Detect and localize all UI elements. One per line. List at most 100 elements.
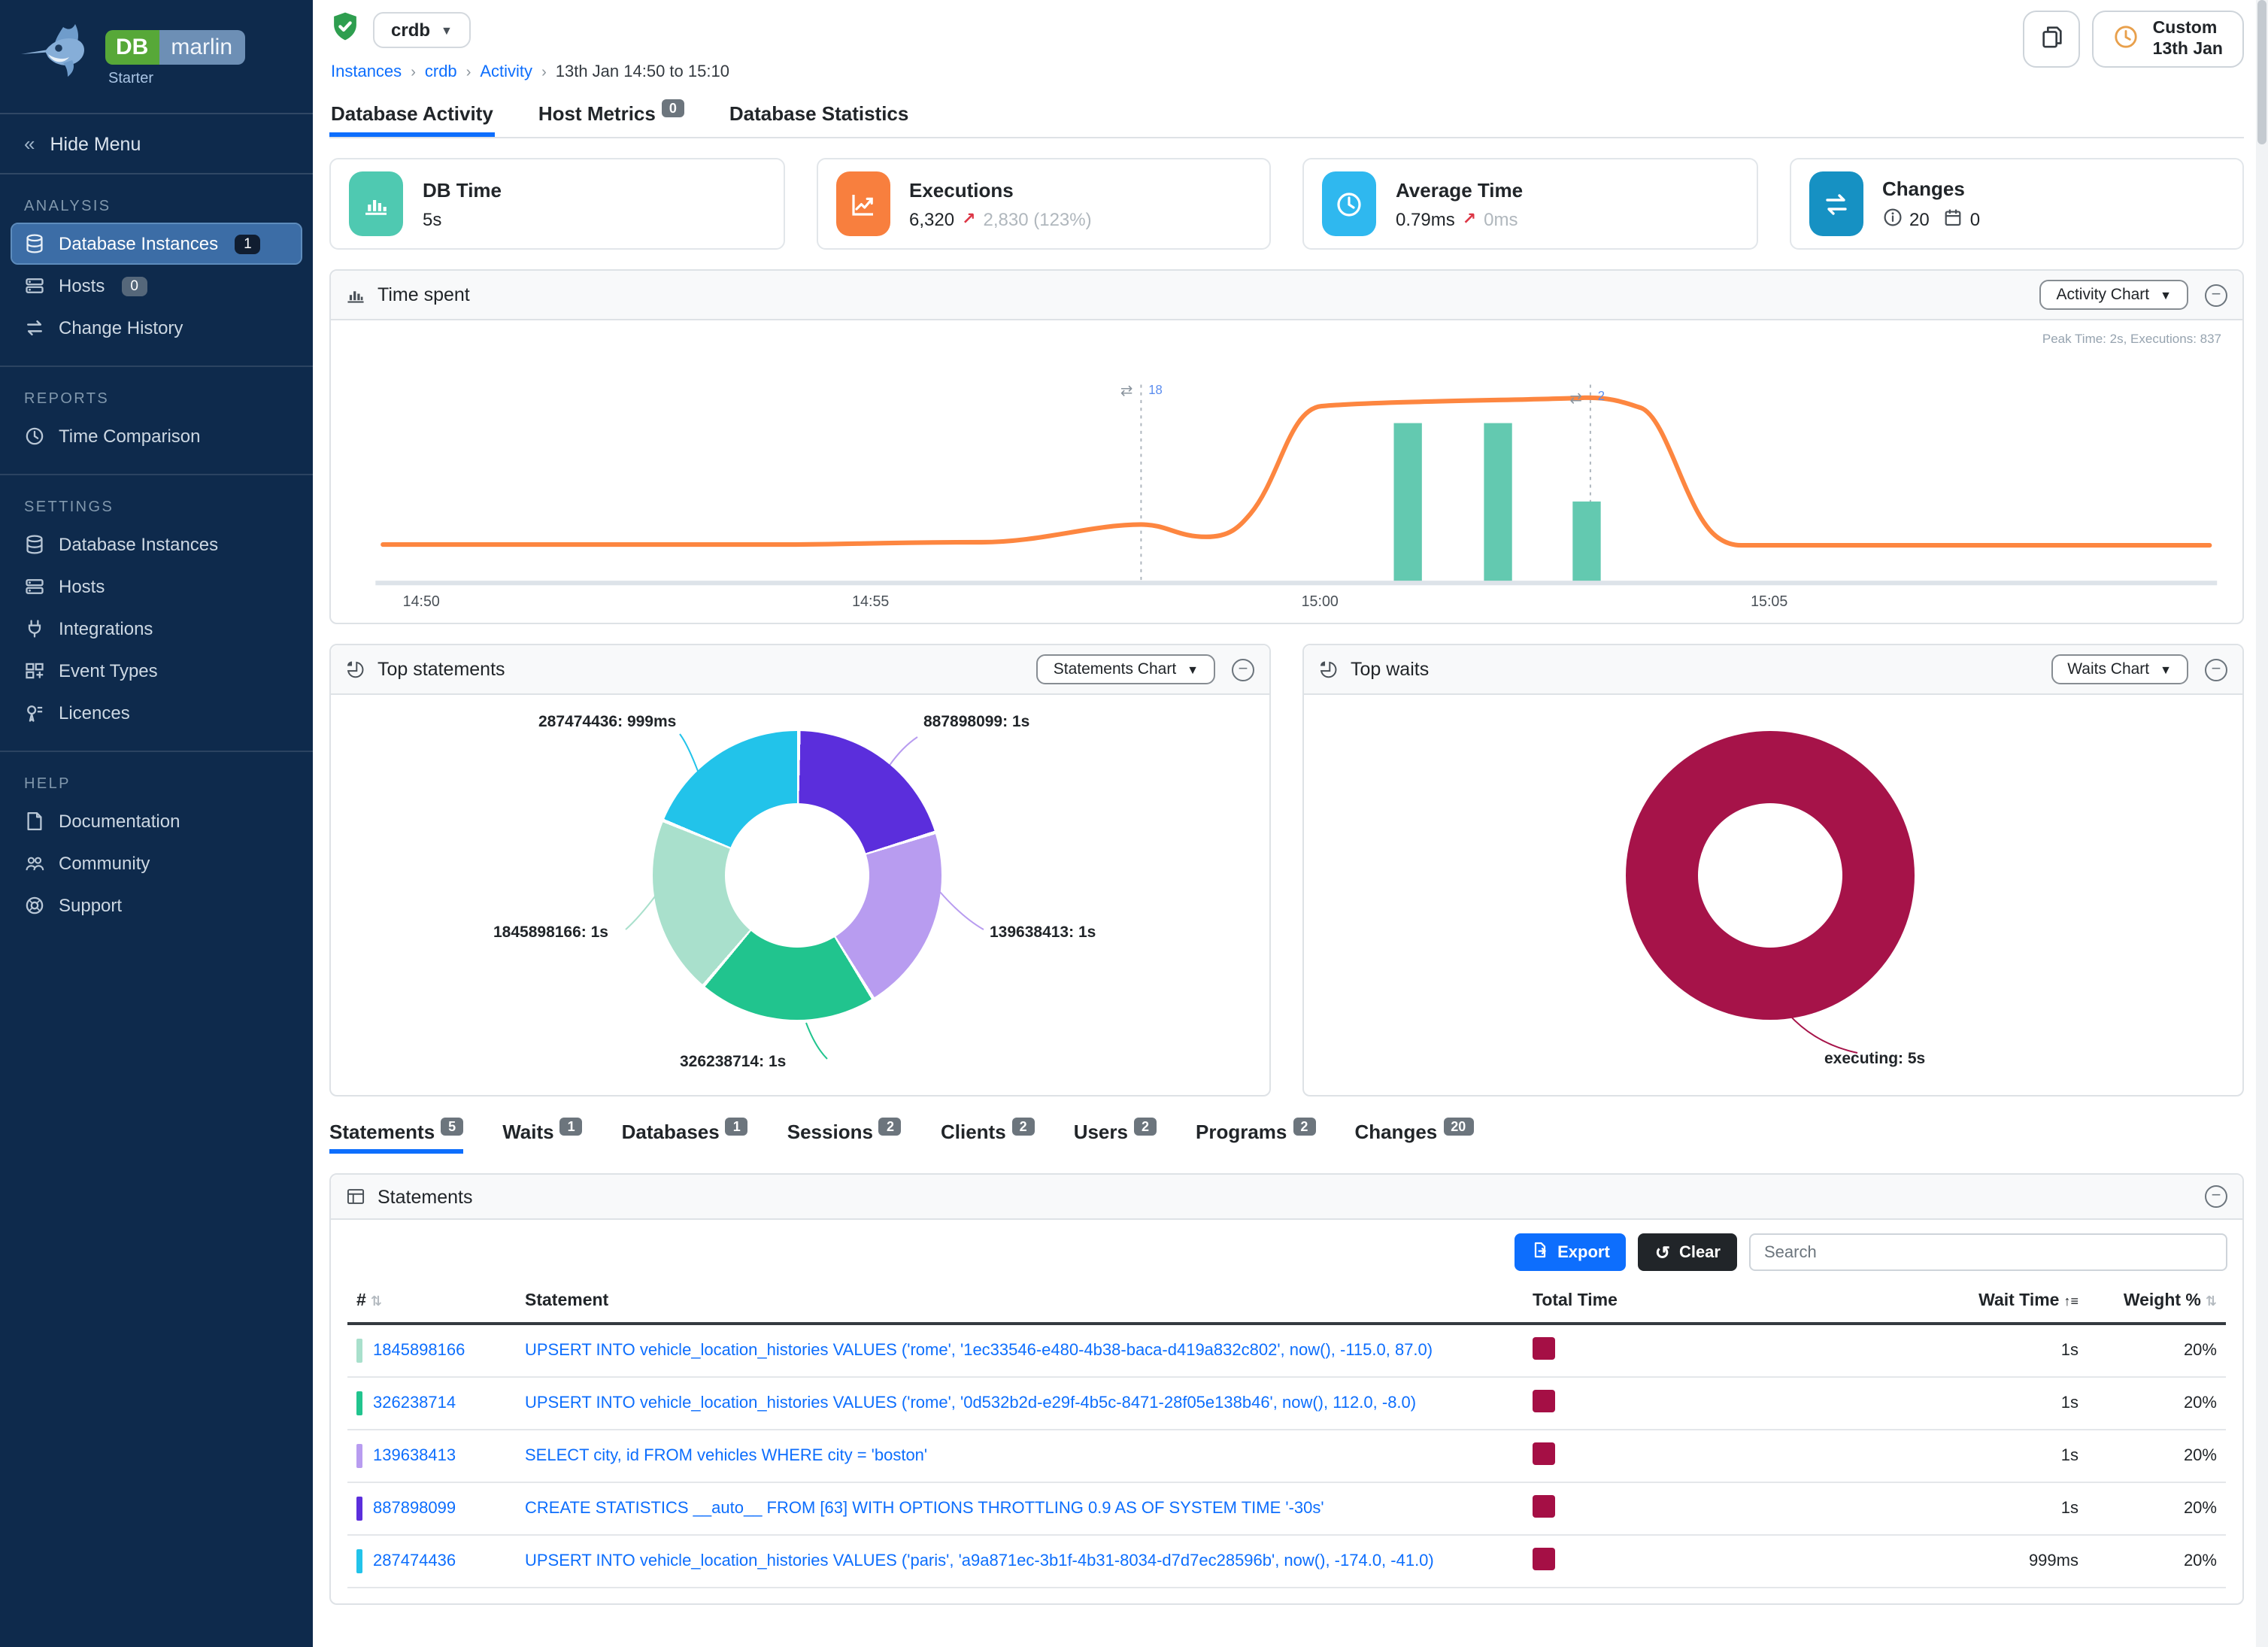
statement-color-bar bbox=[356, 1444, 362, 1468]
collapse-panel-icon[interactable]: − bbox=[2205, 1185, 2227, 1208]
export-button[interactable]: Export bbox=[1514, 1233, 1627, 1271]
detail-tab-programs[interactable]: Programs2 bbox=[1196, 1121, 1315, 1154]
tab-host-metrics[interactable]: Host Metrics0 bbox=[537, 99, 686, 137]
detail-tab-clients[interactable]: Clients2 bbox=[941, 1121, 1035, 1154]
statement-link[interactable]: UPSERT INTO vehicle_location_histories V… bbox=[525, 1342, 1433, 1360]
statement-id-link[interactable]: 1845898166 bbox=[373, 1342, 465, 1360]
column-header-wait-time[interactable]: Wait Time↑≡ bbox=[1832, 1283, 2088, 1324]
statement-link[interactable]: SELECT city, id FROM vehicles WHERE city… bbox=[525, 1447, 927, 1465]
time-range-button[interactable]: Custom 13th Jan bbox=[2093, 11, 2244, 68]
sidebar-section-title: REPORTS bbox=[0, 376, 313, 414]
people-icon bbox=[24, 853, 45, 874]
caret-down-icon: ▼ bbox=[2160, 288, 2172, 302]
sidebar-item-community[interactable]: Community bbox=[12, 844, 301, 883]
scrollbar-thumb[interactable] bbox=[2257, 0, 2266, 144]
undo-icon: ↺ bbox=[1655, 1242, 1670, 1263]
statement-id-link[interactable]: 139638413 bbox=[373, 1447, 456, 1465]
logo-block[interactable]: DB marlin Starter bbox=[0, 0, 313, 98]
sidebar-nav: ANALYSISDatabase Instances1Hosts0Change … bbox=[0, 174, 313, 931]
tab-label: Databases bbox=[622, 1121, 720, 1143]
detail-tab-sessions[interactable]: Sessions2 bbox=[787, 1121, 902, 1154]
waits-donut-chart[interactable]: executing: 5s bbox=[1304, 695, 2242, 1095]
plug-icon bbox=[24, 618, 45, 639]
status-shield-icon bbox=[329, 11, 361, 50]
search-input[interactable] bbox=[1749, 1233, 2227, 1271]
detail-tab-changes[interactable]: Changes20 bbox=[1354, 1121, 1473, 1154]
tab-database-statistics[interactable]: Database Statistics bbox=[728, 99, 910, 137]
executions-value: 6,320 bbox=[909, 208, 954, 229]
sidebar-item-label: Licences bbox=[59, 702, 130, 723]
card-executions[interactable]: Executions 6,320 ↗ 2,830 (123%) bbox=[816, 158, 1271, 250]
count-badge: 1 bbox=[560, 1118, 583, 1136]
count-badge: 0 bbox=[121, 276, 147, 296]
table-row: 887898099 CREATE STATISTICS __auto__ FROM… bbox=[347, 1482, 2226, 1535]
wait-time-value: 1s bbox=[1832, 1377, 2088, 1430]
tab-label: Programs bbox=[1196, 1121, 1287, 1143]
sort-icon: ↑≡ bbox=[2063, 1294, 2078, 1309]
column-header--[interactable]: #⇅ bbox=[347, 1283, 516, 1324]
statement-id-link[interactable]: 887898099 bbox=[373, 1500, 456, 1518]
sidebar-item-label: Community bbox=[59, 853, 150, 874]
total-time-bar bbox=[1533, 1442, 1555, 1465]
detail-tab-users[interactable]: Users2 bbox=[1074, 1121, 1157, 1154]
docs-icon bbox=[24, 811, 45, 832]
detail-tab-statements[interactable]: Statements5 bbox=[329, 1121, 463, 1154]
sidebar-item-time-comparison[interactable]: Time Comparison bbox=[12, 417, 301, 456]
dbmarlin-app: DB marlin Starter « Hide Menu ANALYSISDa… bbox=[0, 0, 2268, 1647]
statement-id-link[interactable]: 287474436 bbox=[373, 1552, 456, 1570]
sidebar-item-label: Change History bbox=[59, 317, 183, 338]
sidebar-item-event-types[interactable]: Event Types bbox=[12, 651, 301, 690]
collapse-panel-icon[interactable]: − bbox=[1232, 658, 1254, 681]
sidebar-item-database-instances[interactable]: Database Instances bbox=[12, 525, 301, 564]
card-changes[interactable]: Changes 20 0 bbox=[1789, 158, 2244, 250]
waits-chart-select[interactable]: Waits Chart▼ bbox=[2051, 654, 2188, 684]
clock-icon bbox=[24, 426, 45, 447]
sidebar-item-integrations[interactable]: Integrations bbox=[12, 609, 301, 648]
hide-menu-button[interactable]: « Hide Menu bbox=[0, 113, 313, 174]
statement-color-bar bbox=[356, 1549, 362, 1573]
statement-link[interactable]: CREATE STATISTICS __auto__ FROM [63] WIT… bbox=[525, 1500, 1324, 1518]
sidebar-item-hosts[interactable]: Hosts0 bbox=[12, 266, 301, 305]
detail-tab-databases[interactable]: Databases1 bbox=[622, 1121, 748, 1154]
time-spent-chart[interactable]: ⇄ 18 ⇄ 2 14:50 14:55 15:00 15:05 bbox=[346, 332, 2227, 612]
tab-label: Host Metrics bbox=[538, 102, 656, 125]
column-header-weight-[interactable]: Weight %⇅ bbox=[2088, 1283, 2226, 1324]
exchange-icon bbox=[1809, 171, 1863, 236]
statements-chart-select[interactable]: Statements Chart▼ bbox=[1037, 654, 1215, 684]
sidebar-section-title: SETTINGS bbox=[0, 484, 313, 522]
sidebar-item-documentation[interactable]: Documentation bbox=[12, 802, 301, 841]
instance-selector[interactable]: crdb ▼ bbox=[373, 12, 471, 48]
card-average-time[interactable]: Average Time 0.79ms ↗ 0ms bbox=[1302, 158, 1757, 250]
sidebar-item-change-history[interactable]: Change History bbox=[12, 308, 301, 347]
collapse-panel-icon[interactable]: − bbox=[2205, 658, 2227, 681]
breadcrumb-crdb[interactable]: crdb bbox=[425, 63, 457, 81]
tab-database-activity[interactable]: Database Activity bbox=[329, 99, 495, 137]
copy-link-button[interactable] bbox=[2024, 11, 2081, 68]
statement-id-link[interactable]: 326238714 bbox=[373, 1394, 456, 1412]
detail-tab-waits[interactable]: Waits1 bbox=[502, 1121, 582, 1154]
trend-up-icon: ↗ bbox=[1463, 209, 1476, 229]
change-marker-icon[interactable]: ⇄ bbox=[1569, 390, 1581, 407]
statement-link[interactable]: UPSERT INTO vehicle_location_histories V… bbox=[525, 1552, 1434, 1570]
exchange-icon bbox=[24, 317, 45, 338]
change-marker-icon[interactable]: ⇄ bbox=[1120, 382, 1132, 399]
statements-donut-chart[interactable]: 287474436: 999ms 887898099: 1s 184589816… bbox=[331, 695, 1269, 1095]
sidebar-item-database-instances[interactable]: Database Instances1 bbox=[12, 224, 301, 263]
svg-text:15:05: 15:05 bbox=[1751, 593, 1787, 609]
breadcrumb-separator: › bbox=[466, 64, 471, 80]
collapse-panel-icon[interactable]: − bbox=[2205, 284, 2227, 306]
sidebar-item-hosts[interactable]: Hosts bbox=[12, 567, 301, 606]
sidebar-item-licences[interactable]: Licences bbox=[12, 693, 301, 733]
clear-button[interactable]: ↺ Clear bbox=[1639, 1233, 1737, 1271]
main-area: crdb ▼ Instances›crdb›Activity›13th Jan … bbox=[313, 0, 2268, 1647]
weight-value: 20% bbox=[2088, 1535, 2226, 1588]
activity-chart-select[interactable]: Activity Chart▼ bbox=[2039, 280, 2188, 310]
page-scrollbar[interactable] bbox=[2256, 0, 2268, 1647]
panel-title: Statements bbox=[377, 1186, 472, 1207]
sidebar-item-label: Database Instances bbox=[59, 233, 218, 254]
breadcrumb-activity[interactable]: Activity bbox=[480, 63, 532, 81]
sidebar-item-support[interactable]: Support bbox=[12, 886, 301, 925]
breadcrumb-instances[interactable]: Instances bbox=[331, 63, 402, 81]
card-db-time[interactable]: DB Time 5s bbox=[329, 158, 784, 250]
statement-link[interactable]: UPSERT INTO vehicle_location_histories V… bbox=[525, 1394, 1416, 1412]
